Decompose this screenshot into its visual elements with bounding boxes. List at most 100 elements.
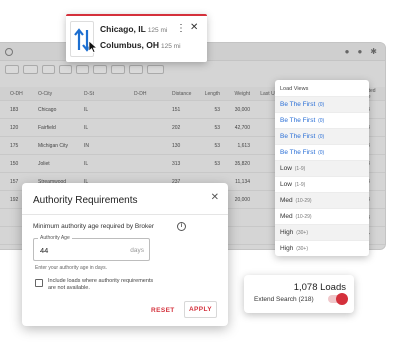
settings-circle-icon[interactable] (5, 48, 13, 56)
authority-age-label: Authority Age (38, 235, 72, 241)
load-view-count: (30+) (296, 230, 308, 236)
authority-age-help: Enter your authority age in days. (35, 265, 107, 271)
destination-city: Columbus, OH (100, 40, 160, 50)
modal-subtitle: Minimum authority age required by Broker (33, 223, 155, 230)
filter-chip[interactable] (41, 64, 55, 74)
load-view-count: (0) (318, 102, 325, 108)
info-icon[interactable]: i (177, 222, 186, 231)
more-vertical-icon[interactable]: ⋮ (176, 23, 186, 34)
loads-count: 1,078 Loads (293, 282, 346, 293)
load-view-label: Med (280, 213, 293, 220)
table-cell: 313 (172, 160, 181, 167)
close-icon[interactable]: ✕ (211, 192, 219, 203)
load-view-count: (0) (318, 134, 325, 140)
table-cell: 120 (10, 124, 19, 131)
load-views-popup: Load Views Be The First (0) Be The First … (275, 80, 369, 256)
authority-age-value: 44 (40, 246, 49, 255)
loads-summary-card: 1,078 Loads Extend Search (218) (244, 275, 354, 313)
load-view-count: (1-9) (294, 166, 306, 172)
authority-requirements-modal: Authority Requirements ✕ Minimum authori… (22, 183, 228, 326)
load-view-label: Be The First (280, 101, 316, 108)
load-view-label: High (280, 245, 294, 252)
pin-icon[interactable]: ● (345, 47, 350, 56)
table-cell: 53 (214, 106, 220, 113)
load-view-option[interactable]: Low (1-9) (275, 160, 369, 176)
load-view-option[interactable]: Med (10-29) (275, 192, 369, 208)
gear-icon[interactable]: ✱ (370, 47, 377, 56)
load-view-option[interactable]: Low (1-9) (275, 176, 369, 192)
extend-search-label: Extend Search (218) (254, 296, 314, 303)
apply-button[interactable]: APPLY (184, 301, 217, 318)
load-view-count: (0) (318, 118, 325, 124)
load-view-count: (0) (318, 150, 325, 156)
load-view-label: Low (280, 181, 292, 188)
table-cell: 150 (10, 160, 19, 167)
filter-chip[interactable] (92, 64, 107, 74)
bell-icon[interactable]: ● (357, 47, 362, 56)
table-cell: 183 (10, 106, 19, 113)
load-view-option[interactable]: High (30+) (275, 224, 369, 240)
table-cell: 53 (214, 160, 220, 167)
load-view-count: (30+) (296, 246, 308, 252)
include-unavailable-label: Include loads where authority requiremen… (48, 278, 154, 291)
divider (22, 214, 228, 215)
load-view-option[interactable]: High (30+) (275, 240, 369, 256)
mouse-cursor-icon (88, 40, 98, 53)
table-cell: 151 (172, 106, 181, 113)
table-cell: 53 (214, 124, 220, 131)
load-view-option[interactable]: Be The First (0) (275, 128, 369, 144)
load-view-option[interactable]: Be The First (0) (275, 96, 369, 112)
table-cell: 35,820 (234, 160, 250, 167)
load-view-option[interactable]: Be The First (0) (275, 112, 369, 128)
close-icon[interactable]: ✕ (190, 22, 198, 33)
modal-title: Authority Requirements (33, 195, 138, 206)
table-cell: Fairfield (38, 124, 56, 131)
load-view-label: High (280, 229, 294, 236)
table-cell: IN (84, 142, 89, 149)
destination-radius: 125 mi (161, 43, 181, 50)
extend-search-toggle-knob[interactable] (336, 293, 348, 305)
include-unavailable-checkbox[interactable] (35, 279, 43, 287)
destination-line[interactable]: Columbus, OH 125 mi (100, 40, 181, 50)
load-view-option[interactable]: Be The First (0) (275, 144, 369, 160)
load-view-label: Med (280, 197, 293, 204)
origin-radius: 125 mi (147, 27, 168, 34)
table-cell: 42,700 (234, 124, 250, 131)
load-view-label: Be The First (280, 149, 316, 156)
reset-button[interactable]: RESET (151, 307, 175, 314)
column-header[interactable]: O-City (38, 91, 84, 97)
load-view-option[interactable]: Med (10-29) (275, 208, 369, 224)
filter-chips (0, 61, 385, 77)
origin-city: Chicago, IL (100, 24, 146, 34)
filter-chip[interactable] (23, 64, 38, 74)
column-header[interactable]: D-St (84, 91, 134, 97)
load-view-label: Be The First (280, 117, 316, 124)
filter-chip[interactable] (75, 64, 89, 74)
column-header[interactable]: Weight (222, 91, 252, 97)
filter-chip[interactable] (5, 64, 20, 74)
authority-age-suffix: days (130, 247, 144, 254)
column-header[interactable]: Length (202, 91, 222, 97)
filter-chip[interactable] (129, 64, 144, 74)
route-popup: Chicago, IL 125 mi Columbus, OH 125 mi ⋮ ✕ (66, 14, 207, 62)
table-cell: Chicago (38, 106, 57, 113)
origin-line[interactable]: Chicago, IL 125 mi (100, 24, 167, 34)
filter-chip[interactable] (110, 64, 126, 74)
load-views-title: Load Views (280, 86, 309, 92)
filter-chip[interactable] (58, 64, 72, 74)
column-header[interactable]: Distance (172, 91, 202, 97)
load-view-label: Be The First (280, 133, 316, 140)
column-header[interactable]: D-DH (134, 91, 172, 97)
table-cell: 53 (214, 142, 220, 149)
load-view-count: (10-29) (295, 214, 312, 220)
load-view-label: Low (280, 165, 292, 172)
column-header[interactable]: O-DH (10, 91, 38, 97)
table-cell: Joliet (38, 160, 50, 167)
table-cell: IL (84, 160, 89, 167)
filter-chip[interactable] (147, 64, 165, 74)
table-cell: 30,000 (234, 106, 250, 113)
table-cell: 175 (10, 142, 19, 149)
table-cell: IL (84, 106, 89, 113)
authority-age-input[interactable]: Authority Age 44 days (33, 235, 150, 261)
table-cell: IL (84, 124, 89, 131)
